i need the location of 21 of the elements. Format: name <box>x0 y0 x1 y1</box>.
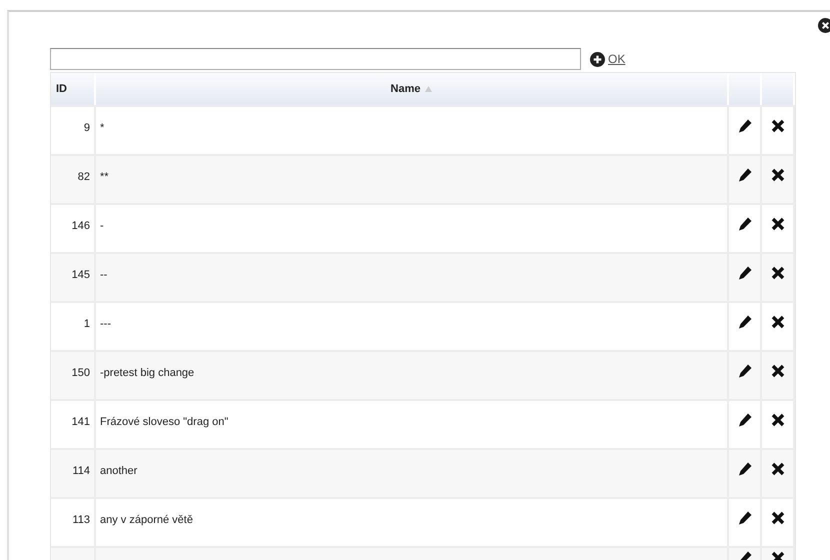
id-cell: 141 <box>72 416 90 428</box>
column-header[interactable]: Name <box>96 73 729 105</box>
name-cell: any v záporné větě <box>100 514 193 526</box>
name-cell: -- <box>100 269 108 281</box>
ok-link[interactable]: OK <box>608 52 626 66</box>
id-cell: 145 <box>72 269 90 281</box>
id-cell: 113 <box>72 514 90 526</box>
id-cell: 114 <box>72 465 90 477</box>
name-cell: Frázové sloveso "drag on" <box>100 416 228 428</box>
id-cell: 146 <box>72 220 90 232</box>
id-cell: 82 <box>78 171 90 183</box>
column-header[interactable]: ID <box>51 73 96 105</box>
name-cell: ** <box>100 171 109 183</box>
name-cell: - <box>100 220 104 232</box>
id-cell: 9 <box>84 122 90 134</box>
name-cell: --- <box>100 318 111 330</box>
id-cell: 150 <box>72 367 90 379</box>
name-cell: another <box>100 465 138 477</box>
id-cell: 1 <box>84 318 90 330</box>
name-cell: * <box>100 122 104 134</box>
name-cell: -pretest big change <box>100 367 194 379</box>
